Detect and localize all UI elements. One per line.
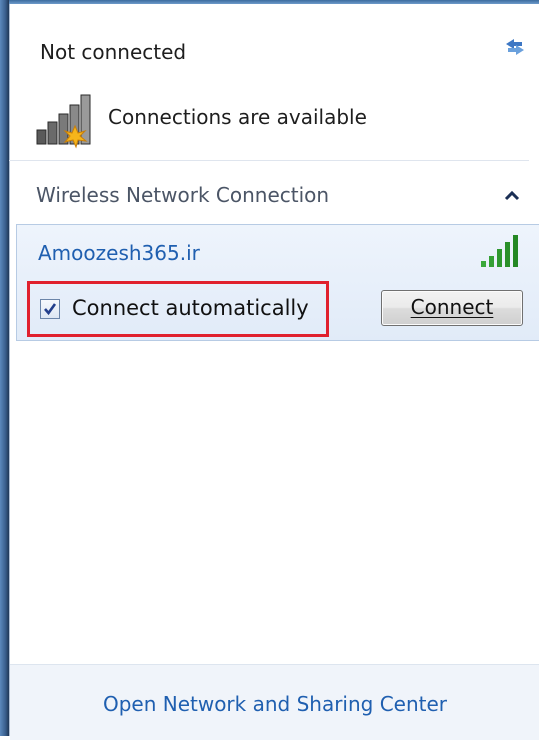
- network-panel: Not connected Connections are available …: [9, 4, 539, 740]
- network-flyout-window: Not connected Connections are available …: [0, 0, 539, 740]
- connect-automatically-highlight: Connect automatically: [27, 281, 329, 337]
- connect-automatically-checkbox[interactable]: [40, 299, 60, 319]
- network-name: Amoozesh365.ir: [38, 241, 200, 265]
- connect-automatically-label[interactable]: Connect automatically: [72, 296, 309, 320]
- connect-button[interactable]: Connect: [381, 290, 523, 326]
- connection-status-title: Not connected: [40, 40, 187, 64]
- signal-bars-icon: [475, 233, 525, 271]
- chevron-up-icon[interactable]: [504, 186, 520, 201]
- window-left-border: [0, 0, 9, 736]
- flyout-footer: Open Network and Sharing Center: [10, 664, 539, 740]
- signal-bars-star-icon: [34, 90, 100, 150]
- header-divider: [9, 160, 529, 161]
- network-list-item[interactable]: Amoozesh365.ir Connect automatically Con…: [16, 224, 539, 341]
- open-network-sharing-center-link[interactable]: Open Network and Sharing Center: [10, 692, 539, 716]
- wireless-section-header[interactable]: Wireless Network Connection: [36, 183, 329, 207]
- refresh-arrows-icon[interactable]: [500, 34, 530, 60]
- connect-button-label: Connect: [410, 295, 494, 319]
- connections-available-text: Connections are available: [108, 105, 367, 129]
